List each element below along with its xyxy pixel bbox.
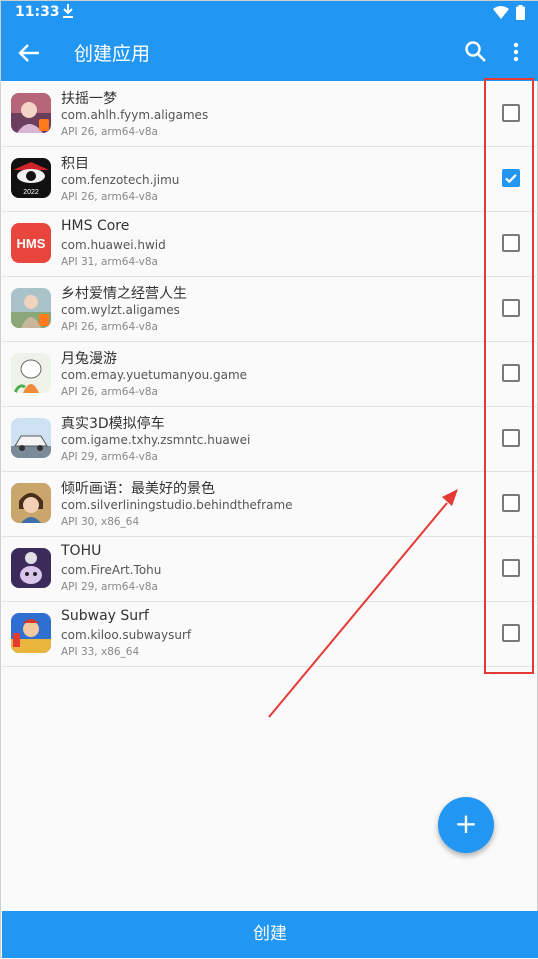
search-icon[interactable] (463, 39, 489, 65)
list-item[interactable]: TOHU com.FireArt.Tohu API 29, arm64-v8a (2, 537, 538, 602)
select-checkbox[interactable] (502, 169, 520, 187)
app-name: 积目 (61, 156, 89, 172)
list-item[interactable]: 2022 积目 com.fenzotech.jimu API 26, arm64… (2, 147, 538, 212)
app-icon (11, 93, 51, 133)
app-package: com.wylzt.aligames (61, 303, 180, 317)
app-api: API 29, arm64-v8a (61, 581, 158, 593)
app-name: HMS Core (61, 218, 130, 234)
app-api: API 26, arm64-v8a (61, 321, 158, 333)
download-icon (63, 4, 73, 18)
select-checkbox[interactable] (502, 494, 520, 512)
select-checkbox[interactable] (502, 429, 520, 447)
more-vert-icon[interactable] (505, 39, 527, 65)
check-icon (505, 174, 517, 184)
app-name: 扶摇一梦 (61, 91, 117, 107)
app-icon (11, 613, 51, 653)
list-item[interactable]: 扶摇一梦 com.ahlh.fyym.aligames API 26, arm6… (2, 82, 538, 147)
add-fab[interactable]: + (438, 797, 494, 853)
app-icon (11, 418, 51, 458)
app-name: 真实3D模拟停车 (61, 416, 165, 432)
list-item[interactable]: 乡村爱情之经营人生 com.wylzt.aligames API 26, arm… (2, 277, 538, 342)
top-bar: 11:33 创建应用 (1, 1, 538, 81)
app-icon: HMS (11, 223, 51, 263)
wifi-icon (493, 6, 509, 19)
back-arrow-icon[interactable] (15, 39, 43, 67)
app-api: API 26, arm64-v8a (61, 386, 158, 398)
select-checkbox[interactable] (502, 104, 520, 122)
list-item[interactable]: HMS HMS Core com.huawei.hwid API 31, arm… (2, 212, 538, 277)
app-icon-text: 2022 (23, 189, 39, 196)
app-package: com.emay.yuetumanyou.game (61, 368, 248, 382)
app-package: com.fenzotech.jimu (61, 173, 180, 187)
app-bar: 创建应用 (1, 25, 538, 81)
list-item[interactable]: Subway Surf com.kiloo.subwaysurf API 33,… (2, 602, 538, 667)
select-checkbox[interactable] (502, 299, 520, 317)
add-icon: + (454, 807, 478, 840)
app-icon (11, 353, 51, 393)
create-button[interactable]: 创建 (2, 911, 538, 958)
list-item[interactable]: 月兔漫游 com.emay.yuetumanyou.game API 26, a… (2, 342, 538, 407)
app-package: com.ahlh.fyym.aligames (61, 108, 209, 122)
app-name: Subway Surf (61, 608, 149, 624)
select-checkbox[interactable] (502, 364, 520, 382)
app-icon: 2022 (11, 158, 51, 198)
app-list: 扶摇一梦 com.ahlh.fyym.aligames API 26, arm6… (2, 82, 538, 667)
app-package: com.kiloo.subwaysurf (61, 628, 192, 642)
app-name: 乡村爱情之经营人生 (61, 286, 187, 302)
app-package: com.igame.txhy.zsmntc.huawei (61, 433, 251, 447)
app-api: API 26, arm64-v8a (61, 126, 158, 138)
app-icon (11, 548, 51, 588)
app-api: API 30, x86_64 (61, 516, 140, 528)
app-name: 月兔漫游 (61, 351, 117, 367)
app-icon (11, 288, 51, 328)
battery-icon (516, 5, 525, 20)
status-time: 11:33 (15, 4, 60, 20)
app-api: API 26, arm64-v8a (61, 191, 158, 203)
app-package: com.FireArt.Tohu (61, 563, 162, 577)
app-icon (11, 483, 51, 523)
app-api: API 33, x86_64 (61, 646, 140, 658)
list-item[interactable]: 倾听画语：最美好的景色 com.silverliningstudio.behin… (2, 472, 538, 537)
app-package: com.huawei.hwid (61, 238, 166, 252)
app-icon-text: HMS (17, 236, 46, 251)
app-api: API 31, arm64-v8a (61, 256, 158, 268)
app-api: API 29, arm64-v8a (61, 451, 158, 463)
select-checkbox[interactable] (502, 234, 520, 252)
app-name: TOHU (61, 543, 102, 559)
app-name: 倾听画语：最美好的景色 (61, 481, 215, 497)
select-checkbox[interactable] (502, 559, 520, 577)
page-title: 创建应用 (74, 43, 151, 65)
list-item[interactable]: 真实3D模拟停车 com.igame.txhy.zsmntc.huawei AP… (2, 407, 538, 472)
select-checkbox[interactable] (502, 624, 520, 642)
status-bar: 11:33 (1, 1, 538, 25)
app-package: com.silverliningstudio.behindtheframe (61, 498, 293, 512)
